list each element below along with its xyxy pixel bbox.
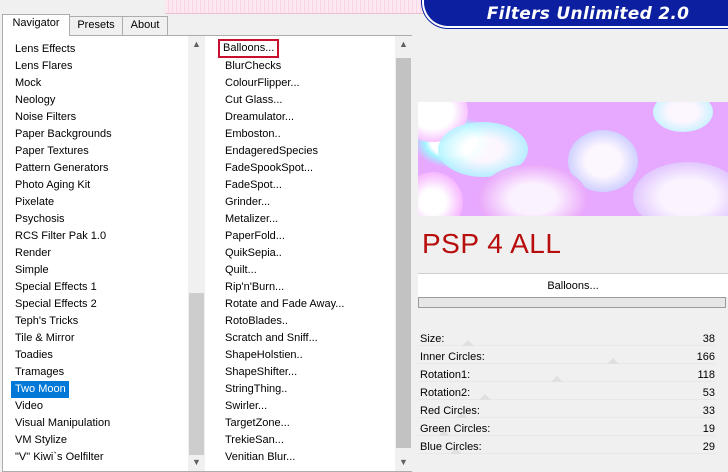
parameter-slider[interactable]: Size: 38: [418, 330, 715, 348]
logo-text: PSP 4 ALL: [422, 228, 562, 259]
filter-item[interactable]: Swirler...: [220, 398, 392, 415]
category-item[interactable]: Photo Aging Kit: [11, 177, 189, 194]
slider-thumb-icon[interactable]: [462, 340, 474, 346]
category-item[interactable]: Psychosis: [11, 211, 189, 228]
category-item[interactable]: "V" Kiwi`s Oelfilter: [11, 449, 189, 466]
filter-item[interactable]: Venitian Blur...: [220, 449, 392, 466]
filter-item[interactable]: Rotate and Fade Away...: [220, 296, 392, 313]
parameter-slider[interactable]: Green Circles: 19: [418, 420, 715, 438]
navigator-panel: Lens Effects Lens Flares Mock Neology Noise …: [2, 35, 412, 472]
parameter-value: 33: [702, 405, 715, 417]
category-item[interactable]: Teph's Tricks: [11, 313, 189, 330]
parameter-slider[interactable]: Red Circles: 33: [418, 402, 715, 420]
category-item[interactable]: VM Stylize: [11, 432, 189, 449]
scroll-up-arrow-icon[interactable]: ▲: [395, 36, 412, 53]
tab-presets[interactable]: Presets: [69, 16, 123, 35]
category-scrollbar[interactable]: ▲ ▼: [188, 36, 205, 471]
parameter-label: Green Circles:: [420, 423, 491, 435]
filter-item[interactable]: FadeSpookSpot...: [220, 160, 392, 177]
filter-item[interactable]: TargetZone...: [220, 415, 392, 432]
tab-navigator[interactable]: Navigator: [2, 14, 70, 36]
filter-item[interactable]: Grinder...: [220, 194, 392, 211]
category-item[interactable]: Video: [11, 398, 189, 415]
slider-thumb-icon[interactable]: [551, 376, 563, 382]
category-item[interactable]: Neology: [11, 92, 189, 109]
scroll-down-arrow-icon[interactable]: ▼: [188, 454, 205, 471]
parameter-value: 118: [697, 369, 715, 381]
filter-item[interactable]: ColourFlipper...: [220, 75, 392, 92]
parameter-label: Size:: [420, 333, 445, 345]
category-item[interactable]: Lens Flares: [11, 58, 189, 75]
parameter-label: Red Circles:: [420, 405, 480, 417]
category-item[interactable]: Two Moon: [11, 381, 69, 398]
filter-item[interactable]: FadeSpot...: [220, 177, 392, 194]
tab-about[interactable]: About: [122, 16, 168, 35]
category-item[interactable]: Pixelate: [11, 194, 189, 211]
filter-item[interactable]: Dreamulator...: [220, 109, 392, 126]
parameter-label: Rotation1:: [420, 369, 471, 381]
scroll-up-arrow-icon[interactable]: ▲: [188, 36, 205, 53]
category-item[interactable]: Special Effects 1: [11, 279, 189, 296]
slider-thumb-icon[interactable]: [607, 358, 619, 364]
category-item[interactable]: Mock: [11, 75, 189, 92]
progress-bar: [418, 297, 726, 308]
category-list[interactable]: Lens Effects Lens Flares Mock Neology Noise …: [11, 41, 189, 466]
filter-item[interactable]: BlurChecks: [220, 58, 392, 75]
parameter-label: Rotation2:: [420, 387, 471, 399]
category-item[interactable]: Tile & Mirror: [11, 330, 189, 347]
filter-item[interactable]: Balloons...: [218, 39, 280, 58]
filter-item[interactable]: TrekieSan...: [220, 432, 392, 449]
filter-item[interactable]: PaperFold...: [220, 228, 392, 245]
category-item[interactable]: Lens Effects: [11, 41, 189, 58]
parameter-value: 19: [702, 423, 715, 435]
scroll-thumb[interactable]: [189, 293, 204, 455]
current-filter-name: Balloons...: [418, 273, 728, 297]
category-item[interactable]: Noise Filters: [11, 109, 189, 126]
filter-preview-image: [418, 102, 728, 216]
category-item[interactable]: RCS Filter Pak 1.0: [11, 228, 189, 245]
parameter-value: 29: [702, 441, 715, 453]
parameter-value: 53: [702, 387, 715, 399]
category-item[interactable]: Tramages: [11, 364, 189, 381]
parameter-list: Size: 38 Inner Circles: 166 Rotation1: 118 Rot…: [418, 330, 715, 456]
category-item[interactable]: Special Effects 2: [11, 296, 189, 313]
filter-list[interactable]: Balloons... BlurChecks ColourFlipper... Cut…: [218, 39, 392, 466]
filter-item[interactable]: ShapeShifter...: [220, 364, 392, 381]
filter-item[interactable]: Rip'n'Burn...: [220, 279, 392, 296]
filter-item[interactable]: Cut Glass...: [220, 92, 392, 109]
scroll-thumb[interactable]: [396, 58, 411, 448]
scroll-down-arrow-icon[interactable]: ▼: [395, 454, 412, 471]
parameter-slider[interactable]: Rotation1: 118: [418, 366, 715, 384]
filter-item[interactable]: StringThing..: [220, 381, 392, 398]
parameter-slider[interactable]: Rotation2: 53: [418, 384, 715, 402]
parameter-label: Blue Circles:: [420, 441, 482, 453]
filter-scrollbar[interactable]: ▲ ▼: [395, 36, 412, 471]
category-item[interactable]: Render: [11, 245, 189, 262]
parameter-slider[interactable]: Inner Circles: 166: [418, 348, 715, 366]
category-item[interactable]: Simple: [11, 262, 189, 279]
filter-item[interactable]: EndageredSpecies: [220, 143, 392, 160]
filter-item[interactable]: RotoBlades..: [220, 313, 392, 330]
filter-item[interactable]: QuikSepia..: [220, 245, 392, 262]
brand-title: Filters Unlimited 2.0: [422, 0, 728, 28]
parameter-value: 38: [702, 333, 715, 345]
filter-item[interactable]: Metalizer...: [220, 211, 392, 228]
category-item[interactable]: Paper Backgrounds: [11, 126, 189, 143]
category-item[interactable]: Paper Textures: [11, 143, 189, 160]
category-item[interactable]: Visual Manipulation: [11, 415, 189, 432]
category-item[interactable]: Pattern Generators: [11, 160, 189, 177]
parameter-value: 166: [696, 351, 715, 363]
filter-item[interactable]: Quilt...: [220, 262, 392, 279]
filter-item[interactable]: Scratch and Sniff...: [220, 330, 392, 347]
category-item[interactable]: Toadies: [11, 347, 189, 364]
slider-thumb-icon[interactable]: [479, 394, 491, 400]
parameter-slider[interactable]: Blue Circles: 29: [418, 438, 715, 456]
filter-item[interactable]: Emboston..: [220, 126, 392, 143]
filter-item[interactable]: ShapeHolstien..: [220, 347, 392, 364]
parameter-label: Inner Circles:: [420, 351, 485, 363]
